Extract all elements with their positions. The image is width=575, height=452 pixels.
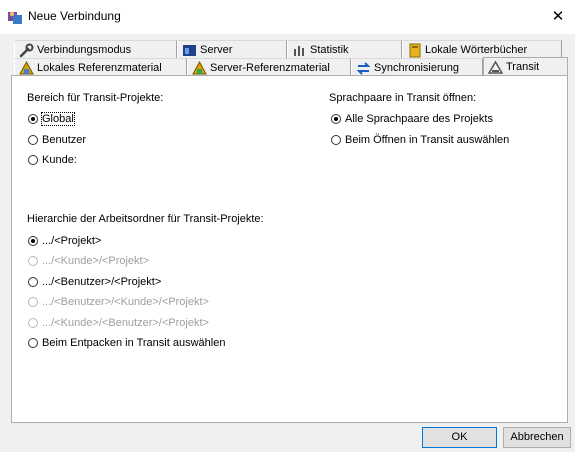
- radio-label: .../<Benutzer>/<Projekt>: [42, 276, 162, 288]
- radio-label: Global: [41, 112, 75, 126]
- tab-statistik[interactable]: Statistik: [287, 40, 402, 59]
- server-icon: [183, 45, 196, 56]
- radio-label: .../<Kunde>/<Benutzer>/<Projekt>: [42, 317, 209, 329]
- hierarchie-heading: Hierarchie der Arbeitsordner für Transit…: [27, 213, 264, 225]
- tab-label: Synchronisierung: [374, 62, 459, 74]
- radio-indicator: [28, 256, 38, 266]
- sprachpaare-heading: Sprachpaare in Transit öffnen:: [329, 92, 477, 104]
- window-title: Neue Verbindung: [28, 9, 121, 23]
- radio-label: .../<Kunde>/<Projekt>: [42, 255, 150, 267]
- sync-arrows-icon: [356, 62, 371, 75]
- transit-icon: [488, 60, 503, 74]
- tab-row-1: Verbindungsmodus Server Statistik Lokale…: [14, 40, 564, 59]
- statistics-icon: [294, 46, 304, 56]
- cancel-button[interactable]: Abbrechen: [503, 427, 571, 448]
- app-icon: [8, 11, 22, 24]
- local-reference-icon: [19, 61, 34, 75]
- radio-indicator: [28, 318, 38, 328]
- radio-indicator[interactable]: [331, 114, 341, 124]
- wrench-icon: [19, 43, 34, 58]
- tab-label: Transit: [506, 61, 540, 73]
- radio-label: Kunde:: [42, 154, 77, 166]
- tab-label: Statistik: [310, 44, 349, 56]
- radio-indicator[interactable]: [28, 236, 38, 246]
- tab-label: Verbindungsmodus: [37, 44, 132, 56]
- dictionary-icon: [409, 43, 421, 58]
- radio-indicator[interactable]: [28, 155, 38, 165]
- title-bar: Neue Verbindung ✕: [0, 0, 575, 34]
- radio-indicator: [28, 297, 38, 307]
- server-reference-icon: [192, 61, 207, 75]
- tab-server[interactable]: Server: [177, 40, 287, 59]
- radio-indicator[interactable]: [28, 277, 38, 287]
- tab-verbindungsmodus[interactable]: Verbindungsmodus: [14, 40, 177, 59]
- tab-label: Server-Referenzmaterial: [210, 62, 330, 74]
- radio-label: Benutzer: [42, 134, 87, 146]
- radio-indicator[interactable]: [28, 338, 38, 348]
- radio-label: Beim Entpacken in Transit auswählen: [42, 337, 226, 349]
- tab-label: Lokales Referenzmaterial: [37, 62, 162, 74]
- ok-button[interactable]: OK: [422, 427, 497, 448]
- close-button[interactable]: ✕: [541, 0, 575, 34]
- radio-label: Alle Sprachpaare des Projekts: [345, 113, 493, 125]
- bereich-heading: Bereich für Transit-Projekte:: [27, 92, 164, 104]
- tab-label: Server: [200, 44, 233, 56]
- transit-settings-panel: Bereich für Transit-Projekte: Global Ben…: [11, 75, 568, 423]
- radio-indicator[interactable]: [28, 114, 38, 124]
- radio-label: Beim Öffnen in Transit auswählen: [345, 134, 510, 146]
- radio-indicator[interactable]: [28, 135, 38, 145]
- radio-indicator[interactable]: [331, 135, 341, 145]
- radio-label: .../<Projekt>: [42, 235, 102, 247]
- radio-label: .../<Benutzer>/<Kunde>/<Projekt>: [42, 296, 209, 308]
- tab-label: Lokale Wörterbücher: [425, 44, 528, 56]
